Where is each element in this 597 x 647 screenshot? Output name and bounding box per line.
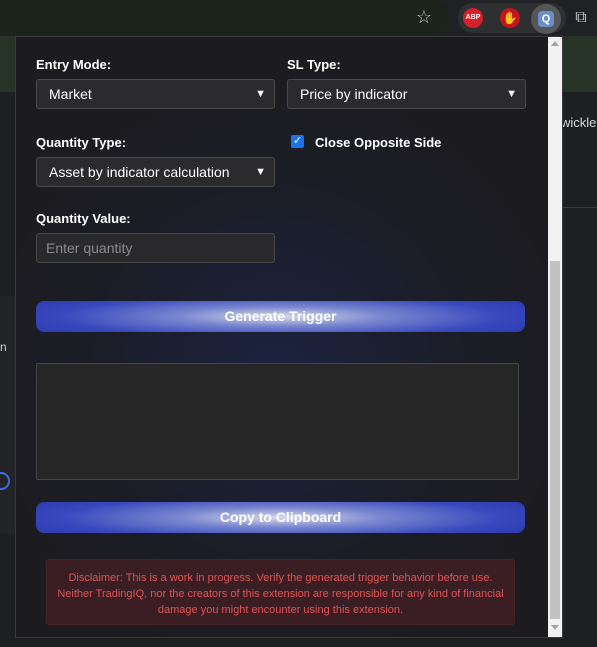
close-opposite-label: Close Opposite Side	[315, 135, 442, 150]
sl-type-select[interactable]: Price by indicator ▼	[287, 79, 526, 109]
sl-type-value: Price by indicator	[300, 86, 408, 102]
star-icon[interactable]: ☆	[414, 7, 434, 27]
scrollbar[interactable]	[548, 37, 562, 637]
quantity-type-value: Asset by indicator calculation	[49, 164, 230, 180]
quantity-placeholder: Enter quantity	[46, 240, 133, 256]
hand-icon[interactable]: ✋	[500, 8, 520, 28]
scroll-down-icon[interactable]	[551, 625, 559, 630]
sl-type-label: SL Type:	[287, 57, 341, 72]
disclaimer-text: Disclaimer: This is a work in progress. …	[46, 559, 515, 625]
puzzle-icon[interactable]: ⧉	[570, 7, 592, 29]
entry-mode-value: Market	[49, 86, 92, 102]
browser-toolbar: ☆ ABP ✋ Q ⧉	[0, 0, 597, 36]
quantity-input[interactable]: Enter quantity	[36, 233, 275, 263]
background-divider	[560, 207, 597, 208]
scrollbar-thumb[interactable]	[550, 261, 560, 619]
generate-trigger-button[interactable]: Generate Trigger	[36, 301, 525, 332]
background-left-panel	[0, 296, 15, 534]
tradingiq-extension-button[interactable]: Q	[531, 4, 561, 34]
scroll-up-icon[interactable]	[551, 41, 559, 46]
chevron-down-icon: ▼	[255, 88, 266, 100]
entry-mode-select[interactable]: Market ▼	[36, 79, 275, 109]
quantity-value-label: Quantity Value:	[36, 211, 131, 226]
tradingiq-icon: Q	[538, 11, 554, 27]
extension-popup: Entry Mode: Market ▼ SL Type: Price by i…	[15, 36, 563, 638]
close-opposite-checkbox[interactable]: ✓	[291, 135, 304, 148]
trigger-output-textarea[interactable]	[36, 363, 519, 480]
address-bar[interactable]	[0, 0, 450, 34]
abp-icon[interactable]: ABP	[463, 8, 483, 28]
quantity-type-select[interactable]: Asset by indicator calculation ▼	[36, 157, 275, 187]
background-left-text: n	[0, 340, 7, 354]
quantity-type-label: Quantity Type:	[36, 135, 127, 150]
chevron-down-icon: ▼	[506, 88, 517, 100]
copy-to-clipboard-button[interactable]: Copy to Clipboard	[36, 502, 525, 533]
chevron-down-icon: ▼	[255, 166, 266, 178]
background-text: wickle	[561, 115, 597, 130]
entry-mode-label: Entry Mode:	[36, 57, 112, 72]
